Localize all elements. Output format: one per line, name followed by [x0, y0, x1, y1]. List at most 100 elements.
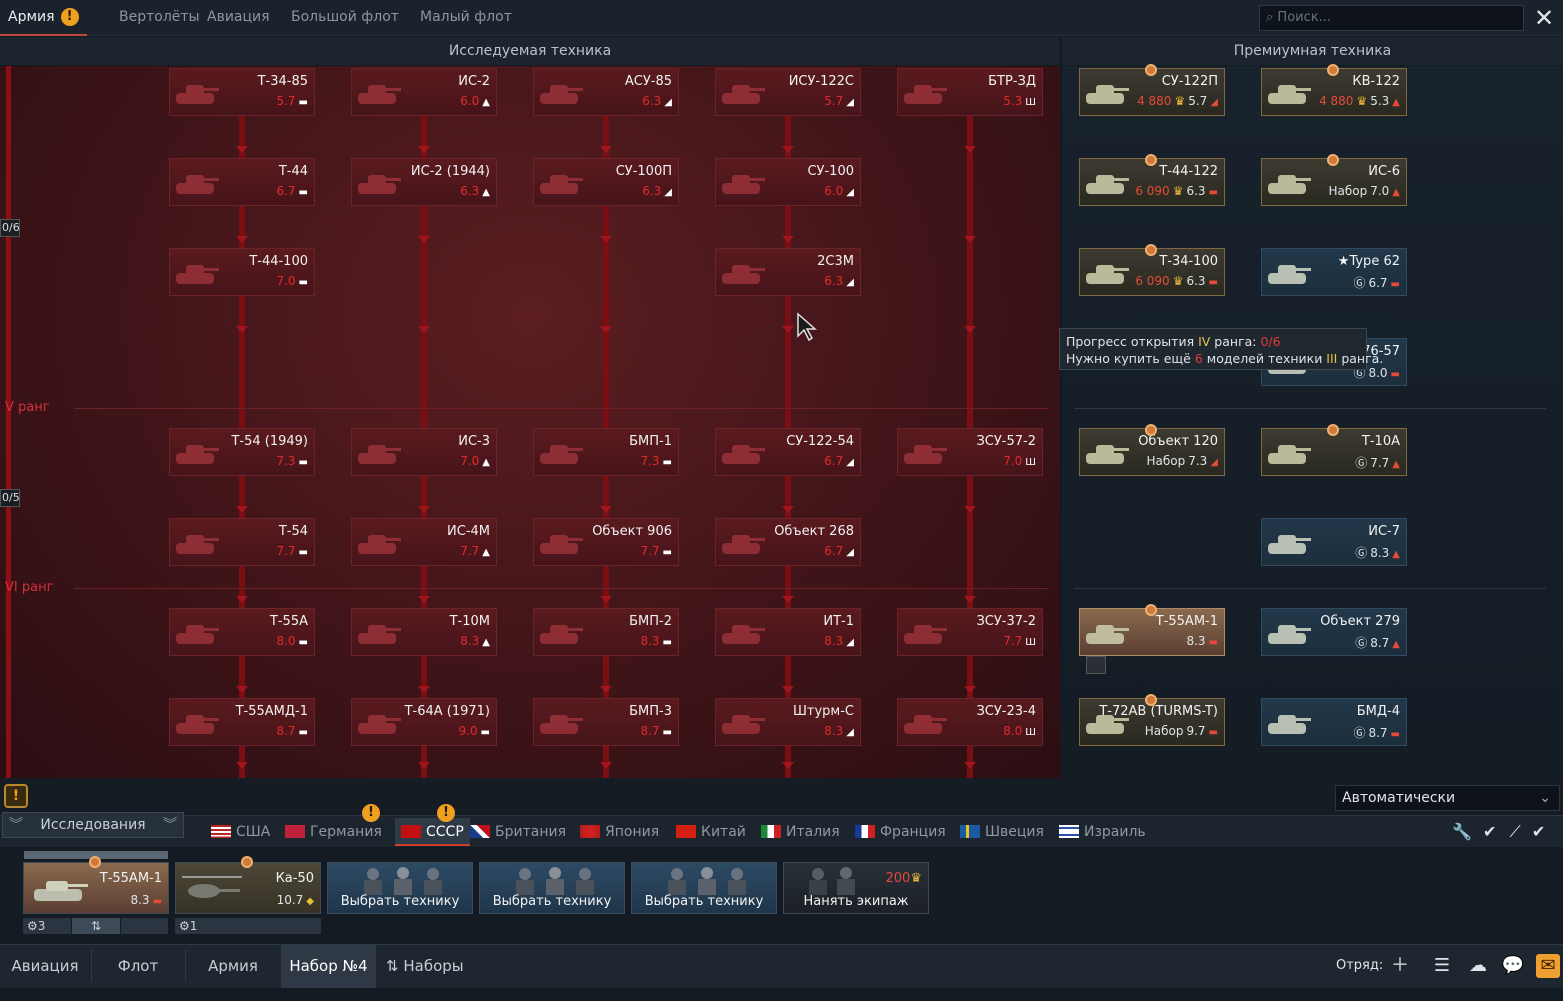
hire-crew-slot[interactable]: 200♛ Нанять экипаж	[783, 862, 929, 914]
nation-tab[interactable]: Китай	[676, 818, 746, 846]
research-vehicle-card[interactable]: ЗСУ-23-4 8.0 Ш	[897, 698, 1043, 746]
research-vehicle-card[interactable]: БМП-1 7.3 ▬	[533, 428, 679, 476]
research-vehicle-card[interactable]: БМП-3 8.7 ▬	[533, 698, 679, 746]
nation-tab[interactable]: Италия	[761, 818, 840, 846]
vehicle-icon	[722, 625, 765, 644]
research-vehicle-card[interactable]: ИС-2 (1944) 6.3 ▲	[351, 158, 497, 206]
premium-vehicle-card[interactable]: ★Type 62 Ⓖ 6.7 ▬	[1261, 248, 1407, 296]
nation-tab[interactable]: СССР	[395, 818, 470, 846]
research-vehicle-card[interactable]: ЗСУ-57-2 7.0 Ш	[897, 428, 1043, 476]
auto-select-dropdown[interactable]: Автоматически ⌄	[1335, 785, 1560, 811]
research-vehicle-card[interactable]: БТР-ЗД 5.3 Ш	[897, 68, 1043, 116]
tab-coastal-fleet[interactable]: Малый флот	[420, 0, 512, 36]
nation-tab[interactable]: Швеция	[960, 818, 1044, 846]
research-vehicle-card[interactable]: Штурм-С 8.3 ◢	[715, 698, 861, 746]
vehicle-name: Т-55АМД-1	[235, 704, 308, 719]
research-vehicle-card[interactable]: СУ-122-54 6.7 ◢	[715, 428, 861, 476]
vehicle-name: СУ-100	[807, 164, 854, 179]
bottom-tab-presets[interactable]: ⇅ Наборы	[386, 944, 476, 988]
research-vehicle-card[interactable]: ИТ-1 8.3 ◢	[715, 608, 861, 656]
bottom-tab-preset-4[interactable]: Набор №4	[281, 944, 376, 988]
vehicle-class-icon: ◢	[846, 97, 854, 108]
research-vehicle-card[interactable]: ЗСУ-37-2 7.7 Ш	[897, 608, 1043, 656]
chevron-down-icon: ⌄	[1539, 790, 1551, 806]
nation-tab[interactable]: Германия	[285, 818, 382, 846]
research-vehicle-card[interactable]: Т-55АМД-1 8.7 ▬	[169, 698, 315, 746]
bottom-tab-army[interactable]: Армия	[186, 944, 280, 988]
flag-icon	[470, 825, 490, 838]
premium-vehicle-card[interactable]: БМД-4 Ⓖ 8.7 ▬	[1261, 698, 1407, 746]
vehicle-class-icon: ▬	[1390, 729, 1400, 740]
vehicle-price: Ⓖ	[1355, 456, 1368, 470]
check-icon[interactable]: ✔	[1483, 822, 1496, 841]
choose-vehicle-slot[interactable]: Выбрать технику	[327, 862, 473, 914]
research-vehicle-card[interactable]: Объект 906 7.7 ▬	[533, 518, 679, 566]
repair-all-icon[interactable]: ⟋	[1510, 822, 1521, 841]
research-vehicle-card[interactable]: Т-10М 8.3 ▲	[351, 608, 497, 656]
search-input[interactable]: ⌕ Поиск...	[1259, 5, 1524, 31]
crew-slot-1[interactable]: Т-55АМ-1 8.3 ▬	[23, 862, 169, 914]
research-vehicle-card[interactable]: Т-54 7.7 ▬	[169, 518, 315, 566]
check-icon[interactable]: ✔	[1532, 822, 1545, 841]
research-vehicle-card[interactable]: 2С3М 6.3 ◢	[715, 248, 861, 296]
squad-label: Отряд:	[1336, 958, 1384, 973]
research-vehicle-card[interactable]: Т-55А 8.0 ▬	[169, 608, 315, 656]
research-vehicle-card[interactable]: ИС-4М 7.7 ▲	[351, 518, 497, 566]
nation-tab[interactable]: Британия	[470, 818, 566, 846]
tab-army[interactable]: Армия!	[0, 0, 87, 36]
vehicle-class-icon: ▬	[1208, 637, 1218, 648]
vehicle-icon	[722, 535, 765, 554]
research-vehicle-card[interactable]: Т-44 6.7 ▬	[169, 158, 315, 206]
research-vehicle-card[interactable]: СУ-100 6.0 ◢	[715, 158, 861, 206]
research-vehicle-card[interactable]: Т-54 (1949) 7.3 ▬	[169, 428, 315, 476]
wrench-icon[interactable]: 🔧	[1452, 822, 1472, 841]
bottom-tab-fleet[interactable]: Флот	[92, 944, 184, 988]
chat-icon[interactable]: 💬	[1501, 954, 1525, 978]
vehicle-class-icon: ▲	[482, 187, 490, 198]
crew-slot-2[interactable]: Ка-50 10.7 ◆	[175, 862, 321, 914]
research-vehicle-card[interactable]: Т-34-85 5.7 ▬	[169, 68, 315, 116]
nation-tab[interactable]: США	[211, 818, 270, 846]
add-squad-icon[interactable]: ＋	[1388, 954, 1412, 978]
vehicle-name: ★Type 62	[1337, 254, 1400, 269]
mail-icon[interactable]: ✉	[1536, 954, 1560, 978]
battle-rating: 4 880 ♛ 5.3 ▲	[1319, 94, 1400, 108]
battle-rating: 7.7 ▬	[640, 544, 672, 558]
choose-vehicle-slot[interactable]: Выбрать технику	[479, 862, 625, 914]
research-vehicle-card[interactable]: ИСУ-122С 5.7 ◢	[715, 68, 861, 116]
research-vehicle-card[interactable]: Т-44-100 7.0 ▬	[169, 248, 315, 296]
rank-progress-badge[interactable]: 0/6	[0, 219, 20, 237]
premium-vehicle-card[interactable]: ИС-7 Ⓖ 8.3 ▲	[1261, 518, 1407, 566]
close-button[interactable]: ✕	[1530, 4, 1558, 32]
crew-icon: ⚙	[27, 919, 38, 933]
research-vehicle-card[interactable]: АСУ-85 6.3 ◢	[533, 68, 679, 116]
tab-helicopters[interactable]: Вертолёты	[119, 0, 200, 36]
battle-rating: 6.0 ◢	[824, 184, 854, 198]
arrow-down-icon	[236, 686, 248, 693]
premium-medal-icon	[1145, 244, 1157, 256]
tab-bluewater-fleet[interactable]: Большой флот	[291, 0, 399, 36]
research-vehicle-card[interactable]: Т-64А (1971) 9.0 ▬	[351, 698, 497, 746]
research-vehicle-card[interactable]: Объект 268 6.7 ◢	[715, 518, 861, 566]
research-vehicle-card[interactable]: БМП-2 8.3 ▬	[533, 608, 679, 656]
list-icon[interactable]: ☰	[1430, 954, 1454, 978]
rank-progress-badge[interactable]: 0/5	[0, 489, 20, 507]
nation-tab[interactable]: Франция	[855, 818, 946, 846]
bottom-tab-aviation[interactable]: Авиация	[0, 944, 90, 988]
nation-tab[interactable]: Израиль	[1059, 818, 1146, 846]
research-vehicle-card[interactable]: ИС-3 7.0 ▲	[351, 428, 497, 476]
premium-vehicle-card[interactable]: Объект 279 Ⓖ 8.7 ▲	[1261, 608, 1407, 656]
research-vehicle-card[interactable]: СУ-100П 6.3 ◢	[533, 158, 679, 206]
nation-tab[interactable]: Япония	[580, 818, 659, 846]
warning-icon[interactable]: !	[4, 784, 28, 808]
research-button[interactable]: ︾ Исследования ︾	[2, 812, 184, 838]
choose-vehicle-slot[interactable]: Выбрать технику	[631, 862, 777, 914]
battle-rating: 8.0 Ш	[1003, 724, 1036, 738]
battle-rating: 7.0 ▲	[460, 454, 490, 468]
research-vehicle-card[interactable]: ИС-2 6.0 ▲	[351, 68, 497, 116]
swap-icon[interactable]: ⇅	[72, 918, 120, 934]
contacts-icon[interactable]: ☁	[1466, 954, 1490, 978]
tab-aviation[interactable]: Авиация	[207, 0, 270, 36]
vehicle-class-icon: ▬	[662, 547, 672, 558]
vehicle-name: ИТ-1	[823, 614, 854, 629]
